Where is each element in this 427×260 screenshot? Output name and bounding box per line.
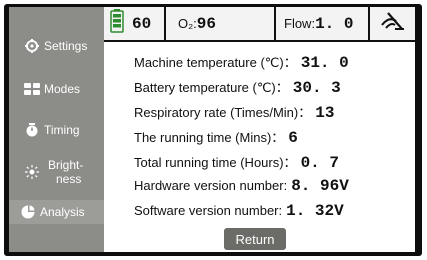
no-signal-icon bbox=[380, 10, 406, 37]
info-value: 8. 96V bbox=[291, 177, 349, 195]
info-row-respiratory-rate: Respiratory rate (Times/Min)： 13 bbox=[134, 102, 334, 122]
status-bar: 60 O₂: 96 Flow: 1. 0 bbox=[104, 7, 415, 42]
sidebar-item-label: Analysis bbox=[40, 205, 85, 219]
sidebar-item-label: ness bbox=[56, 172, 82, 186]
battery-status: 60 bbox=[104, 7, 166, 40]
info-label: Machine temperature (℃)： bbox=[134, 55, 297, 70]
o2-label: O₂: bbox=[178, 16, 197, 31]
timer-icon bbox=[23, 123, 41, 137]
sidebar-item-label: Modes bbox=[44, 82, 81, 96]
info-row-total-running-time: Total running time (Hours)： 0. 7 bbox=[134, 152, 339, 172]
sun-icon bbox=[23, 165, 41, 179]
info-label: Hardware version number: bbox=[134, 178, 288, 193]
sidebar-item-brightness[interactable]: Bright- ness bbox=[9, 155, 104, 189]
sidebar-item-analysis[interactable]: Analysis bbox=[9, 200, 104, 224]
info-label: Total running time (Hours)： bbox=[134, 155, 297, 170]
info-row-machine-temperature: Machine temperature (℃)： 31. 0 bbox=[134, 52, 349, 72]
info-label: The running time (Mins)： bbox=[134, 130, 285, 145]
info-row-running-time: The running time (Mins)： 6 bbox=[134, 127, 298, 147]
pie-chart-icon bbox=[19, 205, 37, 219]
o2-status: O₂: 96 bbox=[166, 7, 276, 40]
info-value: 1. 32V bbox=[286, 202, 344, 220]
info-row-hardware-version: Hardware version number: 8. 96V bbox=[134, 177, 349, 195]
info-label: Battery temperature (℃)： bbox=[134, 80, 289, 95]
info-row-battery-temperature: Battery temperature (℃)： 30. 3 bbox=[134, 77, 341, 97]
return-button[interactable]: Return bbox=[224, 228, 286, 250]
battery-icon bbox=[110, 9, 124, 38]
screen: Settings Modes Timing Bright- ness Analy… bbox=[9, 7, 415, 252]
info-label: Respiratory rate (Times/Min)： bbox=[134, 105, 312, 120]
sidebar-item-label: Timing bbox=[44, 123, 80, 137]
sidebar: Settings Modes Timing Bright- ness Analy… bbox=[9, 7, 104, 252]
sidebar-item-modes[interactable]: Modes bbox=[9, 76, 104, 102]
info-value: 13 bbox=[315, 104, 335, 122]
info-value: 6 bbox=[288, 129, 298, 147]
sidebar-item-label-group: Bright- ness bbox=[48, 158, 83, 186]
flow-value: 1. 0 bbox=[315, 14, 354, 33]
info-row-software-version: Software version number: 1. 32V bbox=[134, 202, 344, 220]
o2-value: 96 bbox=[196, 14, 216, 33]
analysis-panel: Machine temperature (℃)： 31. 0 Battery t… bbox=[104, 42, 415, 252]
sidebar-item-label: Bright- bbox=[48, 158, 84, 172]
signal-status bbox=[370, 7, 415, 40]
info-value: 30. 3 bbox=[292, 79, 341, 97]
sidebar-item-settings[interactable]: Settings bbox=[9, 33, 104, 59]
sidebar-item-label: Settings bbox=[44, 39, 88, 53]
info-value: 0. 7 bbox=[300, 154, 339, 172]
info-value: 31. 0 bbox=[300, 54, 349, 72]
battery-value: 60 bbox=[132, 14, 152, 33]
flow-status: Flow: 1. 0 bbox=[276, 7, 370, 40]
sidebar-item-timing[interactable]: Timing bbox=[9, 117, 104, 143]
grid-icon bbox=[23, 82, 41, 96]
info-label: Software version number: bbox=[134, 203, 283, 218]
gear-icon bbox=[23, 39, 41, 53]
flow-label: Flow: bbox=[284, 16, 316, 31]
